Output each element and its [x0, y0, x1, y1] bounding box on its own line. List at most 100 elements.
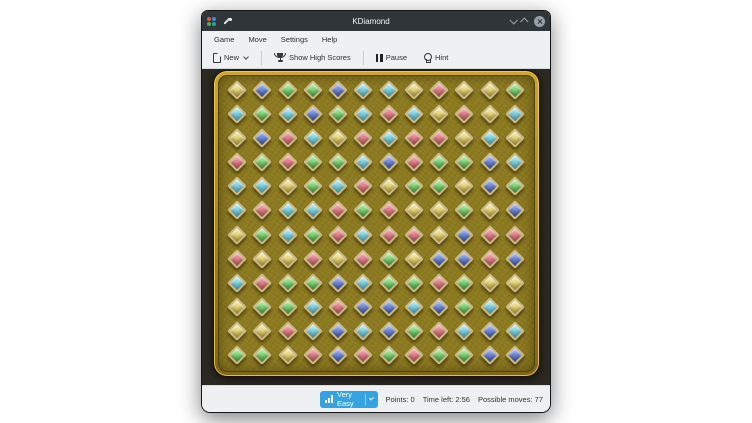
cyan-diamond[interactable] [404, 297, 424, 317]
red-diamond[interactable] [328, 225, 348, 245]
yellow-diamond[interactable] [278, 249, 298, 269]
cyan-diamond[interactable] [353, 104, 373, 124]
red-diamond[interactable] [252, 273, 272, 293]
cyan-diamond[interactable] [353, 273, 373, 293]
blue-diamond[interactable] [328, 80, 348, 100]
hint-button[interactable]: Hint [420, 51, 451, 65]
cyan-diamond[interactable] [404, 104, 424, 124]
yellow-diamond[interactable] [505, 297, 525, 317]
cyan-diamond[interactable] [328, 176, 348, 196]
green-diamond[interactable] [454, 297, 474, 317]
menu-move[interactable]: Move [241, 33, 273, 46]
red-diamond[interactable] [379, 104, 399, 124]
green-diamond[interactable] [303, 273, 323, 293]
blue-diamond[interactable] [379, 297, 399, 317]
yellow-diamond[interactable] [227, 80, 247, 100]
green-diamond[interactable] [429, 176, 449, 196]
green-diamond[interactable] [252, 225, 272, 245]
red-diamond[interactable] [303, 249, 323, 269]
cyan-diamond[interactable] [227, 104, 247, 124]
red-diamond[interactable] [480, 225, 500, 245]
cyan-diamond[interactable] [505, 321, 525, 341]
difficulty-selector[interactable]: Very Easy [320, 391, 378, 408]
green-diamond[interactable] [252, 104, 272, 124]
cyan-diamond[interactable] [379, 80, 399, 100]
red-diamond[interactable] [227, 249, 247, 269]
pause-button[interactable]: Pause [373, 51, 410, 64]
green-diamond[interactable] [454, 152, 474, 172]
green-diamond[interactable] [353, 201, 373, 221]
yellow-diamond[interactable] [328, 249, 348, 269]
green-diamond[interactable] [379, 273, 399, 293]
red-diamond[interactable] [227, 152, 247, 172]
minimize-button[interactable] [509, 16, 517, 24]
green-diamond[interactable] [429, 152, 449, 172]
yellow-diamond[interactable] [404, 201, 424, 221]
green-diamond[interactable] [328, 104, 348, 124]
green-diamond[interactable] [252, 152, 272, 172]
red-diamond[interactable] [429, 80, 449, 100]
cyan-diamond[interactable] [227, 176, 247, 196]
blue-diamond[interactable] [480, 152, 500, 172]
green-diamond[interactable] [278, 80, 298, 100]
red-diamond[interactable] [379, 201, 399, 221]
red-diamond[interactable] [303, 345, 323, 365]
green-diamond[interactable] [379, 249, 399, 269]
blue-diamond[interactable] [252, 80, 272, 100]
yellow-diamond[interactable] [227, 225, 247, 245]
cyan-diamond[interactable] [303, 201, 323, 221]
green-diamond[interactable] [429, 345, 449, 365]
cyan-diamond[interactable] [252, 176, 272, 196]
blue-diamond[interactable] [328, 345, 348, 365]
yellow-diamond[interactable] [278, 176, 298, 196]
green-diamond[interactable] [505, 80, 525, 100]
red-diamond[interactable] [404, 128, 424, 148]
blue-diamond[interactable] [328, 273, 348, 293]
red-diamond[interactable] [353, 128, 373, 148]
blue-diamond[interactable] [454, 225, 474, 245]
red-diamond[interactable] [278, 152, 298, 172]
blue-diamond[interactable] [480, 176, 500, 196]
red-diamond[interactable] [353, 345, 373, 365]
cyan-diamond[interactable] [303, 128, 323, 148]
cyan-diamond[interactable] [480, 297, 500, 317]
cyan-diamond[interactable] [227, 201, 247, 221]
green-diamond[interactable] [252, 297, 272, 317]
blue-diamond[interactable] [429, 249, 449, 269]
red-diamond[interactable] [353, 249, 373, 269]
yellow-diamond[interactable] [429, 225, 449, 245]
cyan-diamond[interactable] [480, 128, 500, 148]
green-diamond[interactable] [303, 152, 323, 172]
red-diamond[interactable] [429, 321, 449, 341]
maximize-button[interactable] [520, 17, 528, 25]
cyan-diamond[interactable] [278, 225, 298, 245]
green-diamond[interactable] [505, 176, 525, 196]
cyan-diamond[interactable] [278, 201, 298, 221]
menu-game[interactable]: Game [207, 33, 241, 46]
blue-diamond[interactable] [353, 297, 373, 317]
cyan-diamond[interactable] [353, 80, 373, 100]
cyan-diamond[interactable] [379, 128, 399, 148]
game-board[interactable] [218, 75, 535, 372]
green-diamond[interactable] [404, 273, 424, 293]
yellow-diamond[interactable] [379, 176, 399, 196]
cyan-diamond[interactable] [353, 321, 373, 341]
green-diamond[interactable] [303, 225, 323, 245]
green-diamond[interactable] [454, 345, 474, 365]
show-high-scores-button[interactable]: Show High Scores [271, 51, 354, 65]
cyan-diamond[interactable] [353, 225, 373, 245]
yellow-diamond[interactable] [404, 249, 424, 269]
pin-icon[interactable] [223, 17, 232, 26]
red-diamond[interactable] [328, 297, 348, 317]
cyan-diamond[interactable] [303, 321, 323, 341]
green-diamond[interactable] [454, 273, 474, 293]
yellow-diamond[interactable] [252, 249, 272, 269]
red-diamond[interactable] [328, 201, 348, 221]
cyan-diamond[interactable] [227, 273, 247, 293]
red-diamond[interactable] [505, 225, 525, 245]
blue-diamond[interactable] [252, 128, 272, 148]
blue-diamond[interactable] [379, 321, 399, 341]
blue-diamond[interactable] [480, 345, 500, 365]
blue-diamond[interactable] [328, 321, 348, 341]
yellow-diamond[interactable] [328, 128, 348, 148]
